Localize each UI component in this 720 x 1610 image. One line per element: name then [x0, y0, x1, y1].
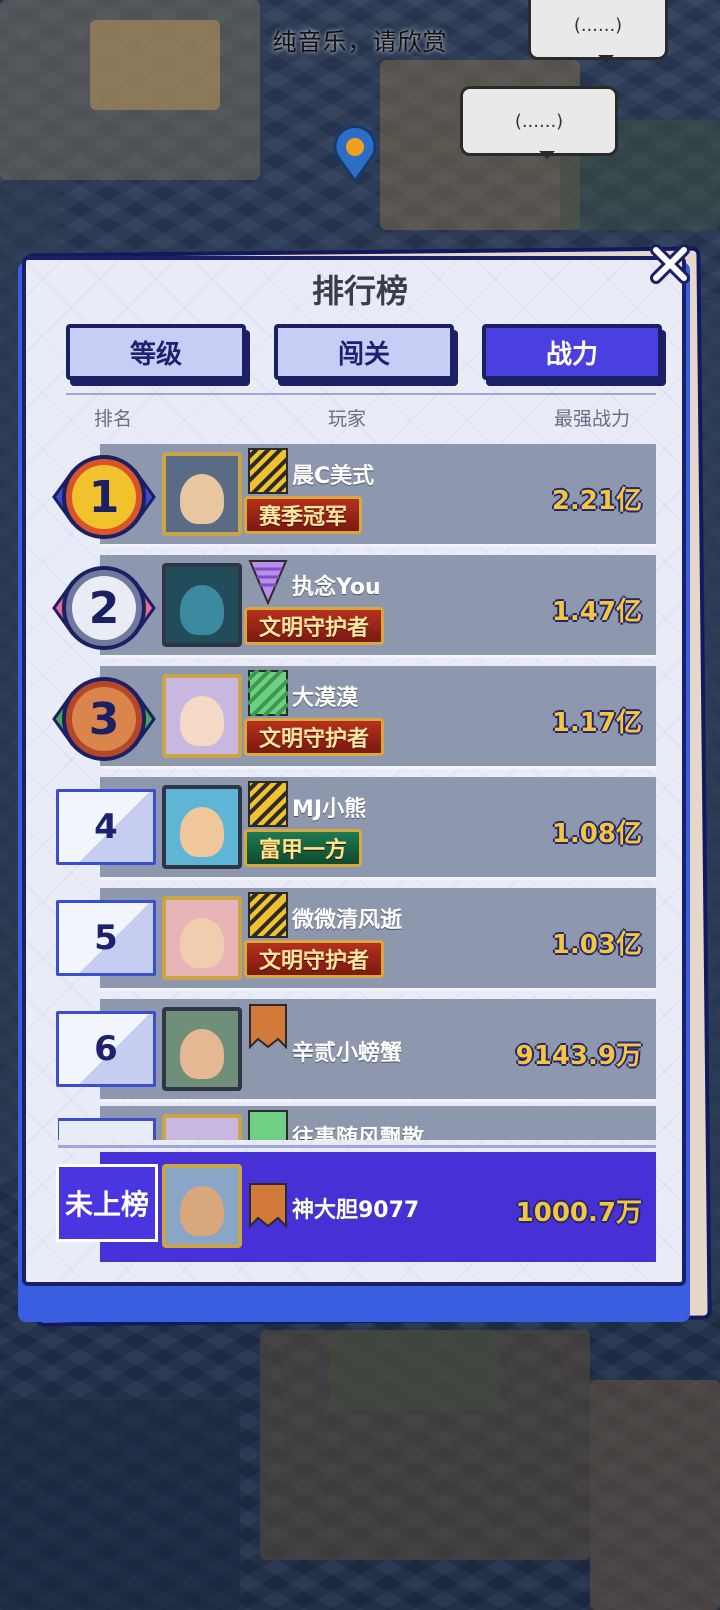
green-stripe-flag-icon: [248, 1110, 288, 1140]
player-name: 辛贰小螃蟹: [292, 1041, 403, 1066]
panel-title: 排行榜: [311, 272, 408, 310]
player-avatar[interactable]: [162, 674, 242, 758]
svg-text:3: 3: [89, 694, 120, 745]
power-value: 9143.9万: [515, 1041, 642, 1071]
player-name: 晨C美式: [292, 464, 375, 489]
my-avatar[interactable]: [162, 1164, 242, 1248]
player-name: MJ小熊: [292, 797, 367, 822]
orange-pennant-icon: [249, 1183, 287, 1228]
yellow-stripe-flag-icon: [248, 892, 288, 938]
column-header-power: 最强战力: [554, 408, 631, 430]
player-name: 大漠漠: [292, 686, 359, 711]
bronze-medal-icon: 3: [52, 677, 156, 761]
power-value: 2.21亿: [551, 486, 642, 516]
power-value: 1.17亿: [551, 708, 642, 738]
yellow-stripe-flag-icon: [248, 781, 288, 827]
my-rank-divider: [58, 1145, 656, 1148]
svg-text:1: 1: [89, 472, 120, 523]
close-icon[interactable]: [648, 242, 692, 286]
tab-power[interactable]: 战力: [482, 324, 662, 380]
green-stripe-flag-icon: [248, 670, 288, 716]
player-avatar[interactable]: [162, 1007, 242, 1091]
rank-number: 6: [56, 1011, 156, 1087]
column-header-player: 玩家: [328, 408, 367, 430]
table-row[interactable]: 2 执念You 文明守护者 1.47亿: [52, 555, 656, 658]
my-power-value: 1000.7万: [515, 1198, 642, 1228]
table-row[interactable]: 往事随风飘散: [58, 1106, 656, 1140]
power-value: 1.03亿: [551, 930, 642, 960]
music-subtitle: 纯音乐，请欣赏: [272, 28, 448, 56]
purple-triangle-flag-icon: [248, 560, 288, 605]
rank-number: 5: [56, 900, 156, 976]
player-name: 微微清风逝: [292, 908, 403, 933]
my-rank-label: 未上榜: [56, 1164, 158, 1242]
player-avatar[interactable]: [162, 1114, 242, 1140]
title-badge: 富甲一方: [244, 829, 363, 867]
water-block: [0, 1400, 240, 1610]
silver-medal-icon: 2: [52, 566, 156, 650]
table-row[interactable]: 3 大漠漠 文明守护者 1.17亿: [52, 666, 656, 769]
table-row[interactable]: 1 晨C美式 赛季冠军 2.21亿: [52, 444, 656, 547]
table-row[interactable]: 5 微微清风逝 文明守护者 1.03亿: [56, 888, 656, 991]
tab-stage[interactable]: 闯关: [274, 324, 454, 380]
player-avatar[interactable]: [162, 452, 242, 536]
speech-bubble: (......): [460, 86, 618, 159]
rank-number: 4: [56, 789, 156, 865]
player-avatar[interactable]: [162, 563, 242, 647]
gold-medal-icon: 1: [52, 455, 156, 539]
svg-text:2: 2: [89, 583, 120, 634]
pier-block: [590, 1380, 720, 1610]
title-badge: 文明守护者: [244, 607, 385, 645]
title-badge: 文明守护者: [244, 940, 385, 978]
power-value: 1.08亿: [551, 819, 642, 849]
player-name: 往事随风飘散: [292, 1126, 425, 1140]
header-divider: [66, 393, 656, 395]
orange-pennant-icon: [249, 1004, 287, 1049]
player-avatar[interactable]: [162, 785, 242, 869]
column-header-rank: 排名: [94, 408, 133, 430]
table-row[interactable]: 6 辛贰小螃蟹 9143.9万: [56, 999, 656, 1102]
my-rank-row[interactable]: 未上榜 神大胆9077 1000.7万: [56, 1152, 656, 1262]
boat-cabin-block: [330, 1330, 500, 1410]
title-badge: 赛季冠军: [244, 496, 363, 534]
my-name: 神大胆9077: [292, 1198, 420, 1223]
title-badge: 文明守护者: [244, 718, 385, 756]
table-row[interactable]: 4 MJ小熊 富甲一方 1.08亿: [56, 777, 656, 880]
player-avatar[interactable]: [162, 896, 242, 980]
player-name: 执念You: [292, 575, 381, 600]
yellow-stripe-flag-icon: [248, 448, 288, 494]
power-value: 1.47亿: [551, 597, 642, 627]
map-pin-icon[interactable]: [330, 125, 380, 183]
rank-box: [58, 1118, 156, 1140]
tab-level[interactable]: 等级: [66, 324, 246, 380]
